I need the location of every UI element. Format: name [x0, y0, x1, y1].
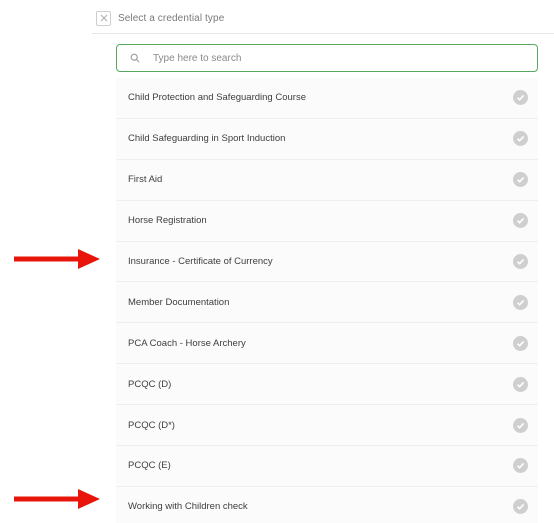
list-item[interactable]: First Aid — [116, 159, 538, 201]
list-item-label: Insurance - Certificate of Currency — [128, 256, 273, 267]
credential-type-picker: Select a credential type Child Protectio… — [0, 0, 554, 523]
close-button[interactable] — [96, 10, 111, 26]
credential-list: Child Protection and Safeguarding Course… — [116, 78, 538, 523]
check-icon — [513, 499, 528, 515]
close-icon — [100, 14, 107, 22]
list-item-label: Member Documentation — [128, 296, 230, 308]
check-icon — [513, 417, 528, 433]
list-item-label: PCQC (D*) — [128, 419, 175, 431]
list-item[interactable]: PCA Coach - Horse Archery — [116, 323, 538, 365]
check-icon — [513, 131, 528, 147]
list-item[interactable]: Child Protection and Safeguarding Course — [116, 78, 538, 119]
check-icon — [513, 213, 528, 229]
list-item[interactable]: Child Safeguarding in Sport Induction — [116, 118, 538, 160]
check-icon — [513, 172, 528, 188]
check-icon — [513, 294, 528, 310]
list-item-label: Working with Children check — [128, 501, 248, 513]
arrow-right-icon — [14, 249, 100, 269]
list-item[interactable]: Member Documentation — [116, 282, 538, 324]
check-icon — [513, 90, 528, 106]
list-item-label: Horse Registration — [128, 215, 207, 227]
check-icon — [513, 376, 528, 392]
list-item[interactable]: PCQC (E) — [116, 446, 538, 487]
page-title: Select a credential type — [118, 12, 225, 24]
check-icon — [513, 335, 528, 351]
header-divider — [92, 33, 554, 34]
list-item[interactable]: PCQC (D*) — [116, 405, 538, 447]
list-item[interactable]: PCQC (D) — [116, 364, 538, 406]
search-box[interactable] — [116, 44, 538, 72]
search-icon — [129, 52, 141, 64]
search-input[interactable] — [153, 52, 513, 64]
check-icon — [513, 254, 528, 269]
list-item-label: PCQC (D) — [128, 378, 172, 390]
list-item-label: PCA Coach - Horse Archery — [128, 337, 246, 349]
arrow-right-icon — [14, 489, 100, 509]
list-item[interactable]: Insurance - Certificate of Currency — [116, 241, 538, 283]
check-icon — [513, 458, 528, 474]
list-item[interactable]: Horse Registration — [116, 200, 538, 242]
list-item-label: Child Safeguarding in Sport Induction — [128, 133, 286, 145]
list-item-label: First Aid — [128, 174, 163, 186]
list-item-label: Child Protection and Safeguarding Course — [128, 92, 306, 104]
list-item-label: PCQC (E) — [128, 460, 171, 472]
list-item[interactable]: Working with Children check — [116, 486, 538, 523]
picker-header: Select a credential type — [92, 6, 554, 30]
